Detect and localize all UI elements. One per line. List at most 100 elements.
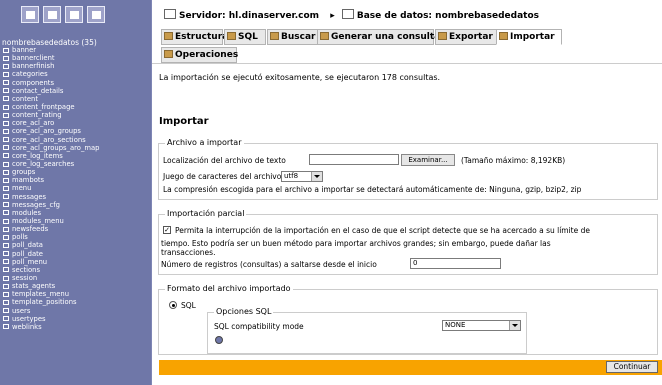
tab-buscar[interactable]: Buscar	[267, 29, 318, 45]
form-footer: Continuar	[159, 360, 662, 375]
sidebar-table-item[interactable]: newsfeeds	[0, 225, 150, 233]
docs-icon[interactable]	[87, 6, 105, 23]
sidebar-table-label: poll_date	[12, 249, 43, 258]
table-icon	[3, 267, 9, 273]
sidebar-table-item[interactable]: poll_date	[0, 250, 150, 258]
format-fieldset-legend: Formato del archivo importado	[165, 284, 293, 293]
import-icon	[499, 32, 508, 40]
table-icon	[3, 234, 9, 240]
tab-operaciones[interactable]: Operaciones	[161, 47, 239, 63]
browse-button[interactable]: Examinar...	[401, 154, 455, 166]
sidebar-table-item[interactable]: session	[0, 274, 150, 282]
sidebar-table-item[interactable]: sections	[0, 266, 150, 274]
sidebar-table-item[interactable]: bannerclient	[0, 54, 150, 62]
tab-importar[interactable]: Importar	[496, 29, 562, 45]
sidebar-table-item[interactable]: contact_details	[0, 87, 150, 95]
allow-interrupt-checkbox[interactable]: ✓	[163, 226, 171, 234]
sidebar-table-item[interactable]: template_positions	[0, 298, 150, 306]
tab-sql[interactable]: SQL	[224, 29, 266, 45]
partial-import-legend: Importación parcial	[165, 209, 247, 218]
sidebar-table-item[interactable]: users	[0, 307, 150, 315]
sidebar-table-item[interactable]: menu	[0, 184, 150, 192]
sidebar-table-item[interactable]: poll_data	[0, 241, 150, 249]
table-icon	[3, 104, 9, 110]
main-content: Servidor: hl.dinaserver.com ▸ Base de da…	[152, 0, 662, 385]
home-icon[interactable]	[21, 6, 39, 23]
structure-icon	[164, 32, 173, 40]
sidebar-table-item[interactable]: content_rating	[0, 111, 150, 119]
sidebar-table-label: session	[12, 273, 38, 282]
query-icon[interactable]	[65, 6, 83, 23]
sidebar-table-item[interactable]: weblinks	[0, 323, 150, 331]
sidebar-table-item[interactable]: core_acl_aro_sections	[0, 136, 150, 144]
sidebar-table-item[interactable]: poll_menu	[0, 258, 150, 266]
sidebar-table-item[interactable]: usertypes	[0, 315, 150, 323]
sidebar-table-item[interactable]: mambots	[0, 176, 150, 184]
sidebar-table-item[interactable]: bannerfinish	[0, 62, 150, 70]
sidebar-table-item[interactable]: content_frontpage	[0, 103, 150, 111]
tab-label: Exportar	[449, 32, 493, 42]
table-icon	[3, 63, 9, 69]
table-icon	[3, 177, 9, 183]
sidebar-table-label: template_positions	[12, 298, 77, 307]
sidebar-table-item[interactable]: stats_agents	[0, 282, 150, 290]
sidebar-table-item[interactable]: core_acl_groups_aro_map	[0, 144, 150, 152]
database-link[interactable]: Base de datos: nombrebasededatos	[357, 11, 539, 21]
sidebar-table-label: components	[12, 78, 54, 87]
sidebar-table-label: mambots	[12, 176, 45, 185]
sidebar-table-item[interactable]: core_log_items	[0, 152, 150, 160]
breadcrumb-separator-icon: ▸	[330, 11, 335, 21]
skip-records-label: Número de registros (consultas) a saltar…	[161, 260, 377, 269]
sidebar-table-label: core_acl_groups_aro_map	[12, 143, 100, 152]
chevron-down-icon	[311, 172, 322, 181]
max-size-label: (Tamaño máximo: 8,192KB)	[461, 156, 566, 165]
file-path-input[interactable]	[309, 154, 399, 165]
tab-label: Operaciones	[175, 50, 239, 60]
table-icon	[3, 251, 9, 257]
sidebar-table-item[interactable]: modules_menu	[0, 217, 150, 225]
sidebar-table-item[interactable]: content	[0, 95, 150, 103]
sidebar-table-item[interactable]: messages_cfg	[0, 201, 150, 209]
tab-estructura[interactable]: Estructura	[161, 29, 228, 45]
sidebar-table-item[interactable]: core_log_searches	[0, 160, 150, 168]
table-icon	[3, 55, 9, 61]
sidebar-table-item[interactable]: components	[0, 79, 150, 87]
charset-select[interactable]: utf8	[281, 171, 323, 182]
format-sql-radio[interactable]	[169, 301, 177, 309]
sidebar-table-label: bannerclient	[12, 54, 55, 63]
tab-generar-consulta[interactable]: Generar una consulta	[317, 29, 440, 45]
operations-icon	[164, 50, 173, 58]
tab-label: SQL	[238, 32, 258, 42]
compat-mode-select[interactable]: NONE	[442, 320, 521, 331]
format-fieldset: Formato del archivo importado SQL Opcion…	[158, 284, 658, 355]
sidebar-table-label: core_acl_aro	[12, 119, 55, 128]
sidebar-table-item[interactable]: core_acl_aro	[0, 119, 150, 127]
sidebar-table-label: modules_menu	[12, 216, 64, 225]
sidebar-table-item[interactable]: categories	[0, 70, 150, 78]
table-icon	[3, 112, 9, 118]
tab-exportar[interactable]: Exportar	[435, 29, 497, 45]
query-icon	[320, 32, 329, 40]
sidebar-table-item[interactable]: groups	[0, 168, 150, 176]
table-icon	[3, 71, 9, 77]
table-icon	[3, 242, 9, 248]
table-icon	[3, 218, 9, 224]
info-icon[interactable]	[215, 336, 223, 344]
database-icon[interactable]	[43, 6, 61, 23]
server-link[interactable]: Servidor: hl.dinaserver.com	[179, 11, 319, 21]
continue-button[interactable]: Continuar	[606, 361, 658, 373]
sidebar-table-item[interactable]: modules	[0, 209, 150, 217]
sidebar-table-label: content_frontpage	[12, 102, 75, 111]
export-icon	[438, 32, 447, 40]
table-icon	[3, 226, 9, 232]
section-title: Importar	[159, 116, 209, 127]
skip-records-input[interactable]: 0	[410, 258, 501, 269]
navigation-sidebar: nombrebasededatos (35) banner bannerclien…	[0, 0, 152, 385]
sidebar-table-item[interactable]: polls	[0, 233, 150, 241]
sidebar-table-item[interactable]: messages	[0, 193, 150, 201]
sidebar-table-label: poll_data	[12, 241, 43, 250]
table-icon	[3, 194, 9, 200]
sidebar-table-item[interactable]: banner	[0, 46, 150, 54]
sidebar-table-item[interactable]: templates_menu	[0, 290, 150, 298]
sidebar-table-item[interactable]: core_acl_aro_groups	[0, 127, 150, 135]
